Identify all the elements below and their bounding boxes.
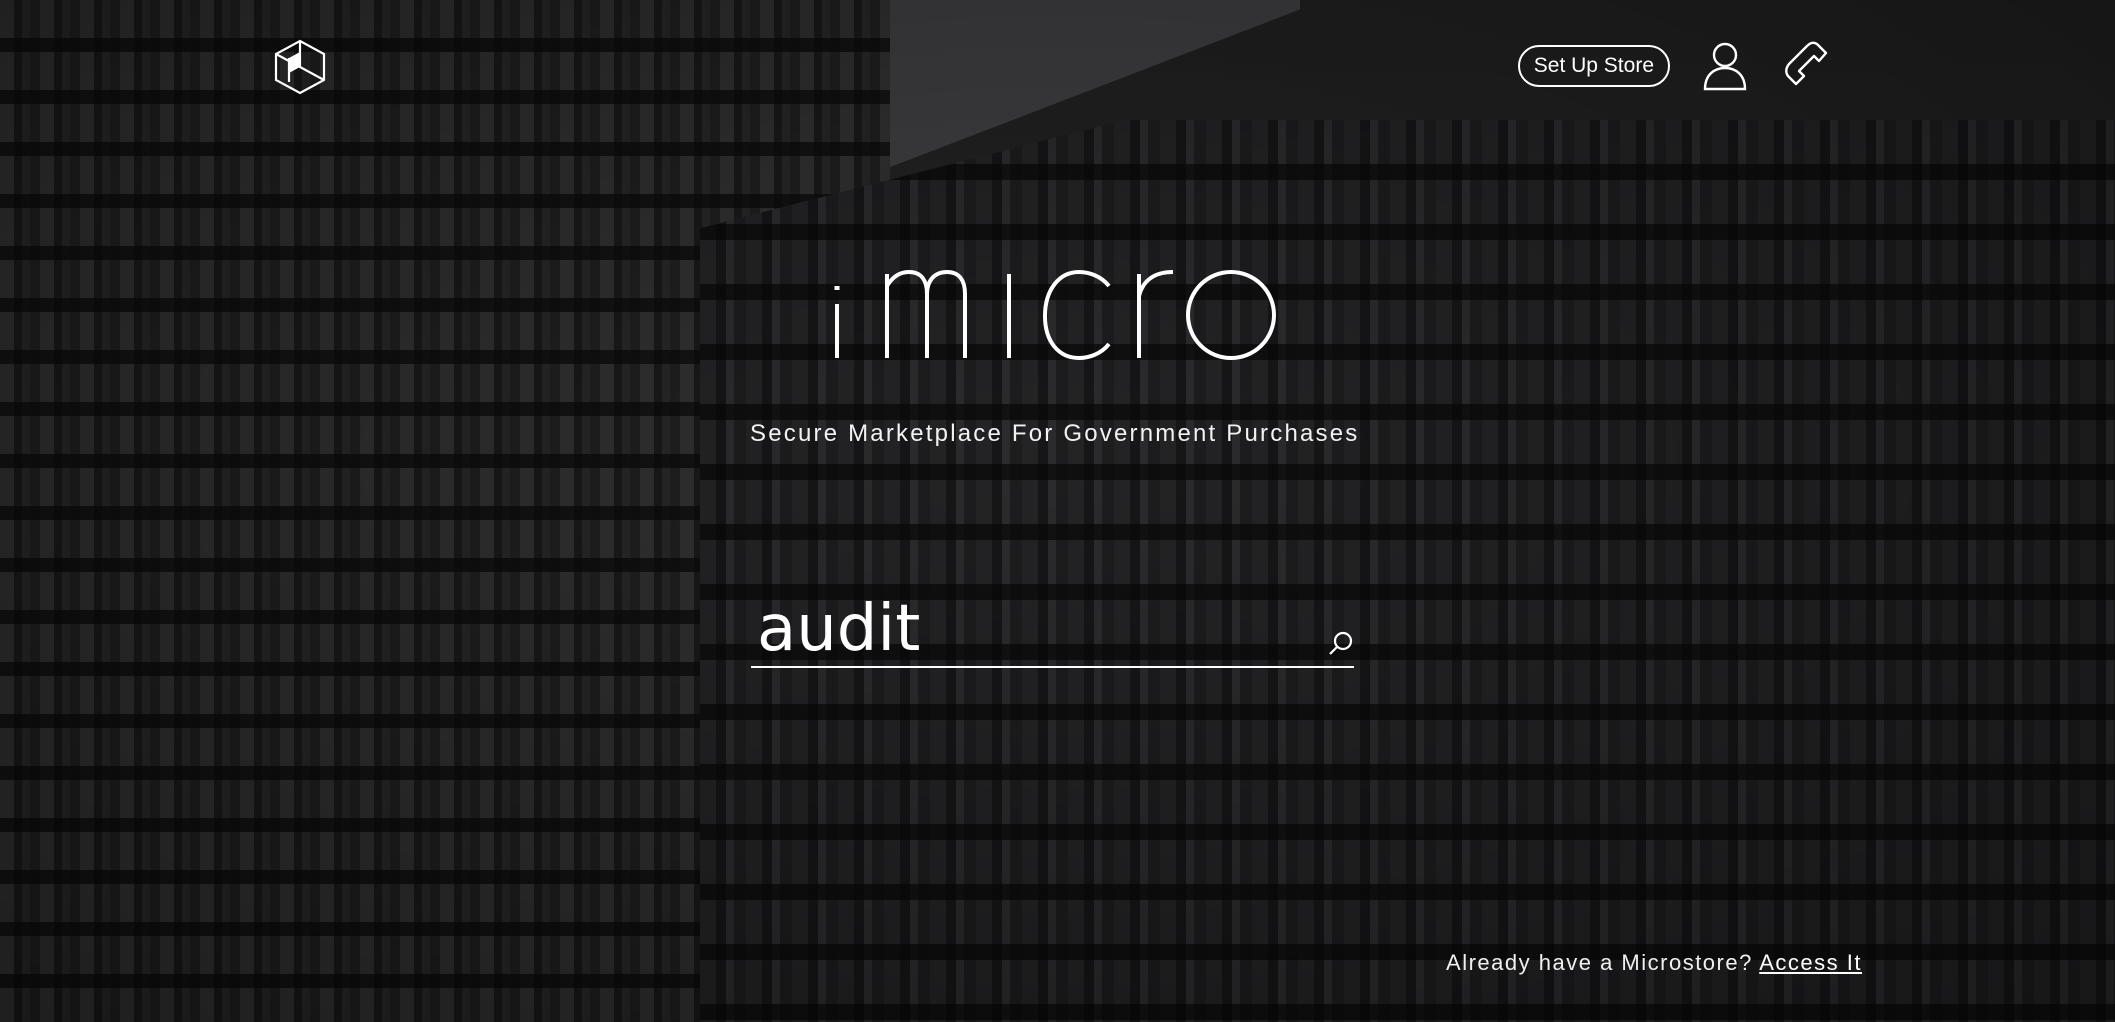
existing-store-prompt: Already have a Microstore? Access It: [1446, 950, 1862, 976]
user-icon[interactable]: [1700, 41, 1750, 91]
search-input[interactable]: [757, 594, 1277, 664]
background-overlay: [0, 0, 2115, 1022]
header-actions: Set Up Store: [1517, 38, 1830, 94]
tagline: Secure Marketplace For Government Purcha…: [750, 420, 1360, 447]
micro-logo: [834, 269, 1276, 361]
existing-store-text: Already have a Microstore?: [1446, 950, 1753, 975]
search-icon[interactable]: [1328, 630, 1354, 656]
phone-icon[interactable]: [1780, 41, 1830, 91]
set-up-store-button[interactable]: Set Up Store: [1517, 45, 1670, 87]
background-building-photo: [0, 0, 2115, 1022]
access-it-link[interactable]: Access It: [1759, 950, 1862, 975]
brand-wordmark: micro: [0, 246, 2115, 370]
cube-logo-icon[interactable]: [272, 38, 328, 96]
search-bar: [751, 594, 1354, 668]
